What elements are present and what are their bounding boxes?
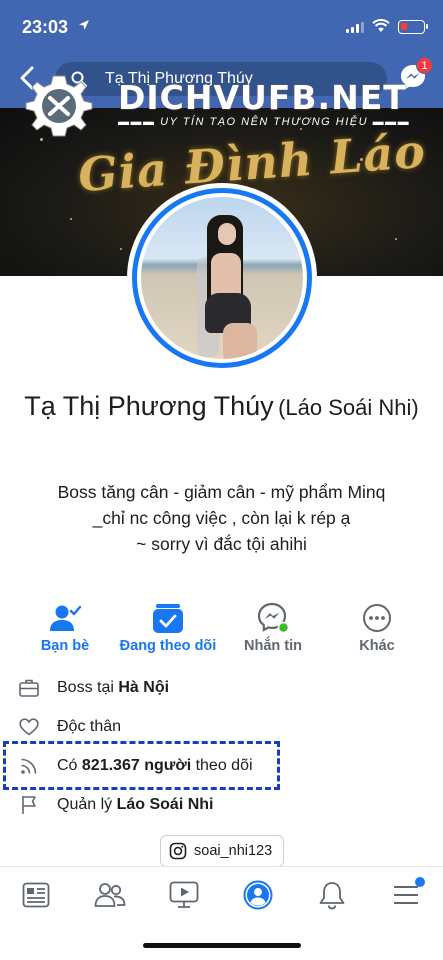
avatar-photo bbox=[141, 197, 303, 359]
friends-check-icon bbox=[50, 605, 81, 631]
wifi-icon bbox=[372, 19, 390, 32]
intro-relationship: Độc thân bbox=[18, 715, 418, 739]
following-button[interactable]: Đang theo dõi bbox=[113, 602, 223, 654]
menu-notification-dot bbox=[415, 877, 425, 887]
profile-alternate-name: (Láo Soái Nhi) bbox=[278, 395, 419, 420]
nav-profile[interactable] bbox=[238, 877, 278, 913]
more-icon bbox=[363, 604, 391, 632]
profile-name: Tạ Thị Phương Thúy (Láo Soái Nhi) bbox=[20, 388, 423, 429]
profile-name-main: Tạ Thị Phương Thúy bbox=[24, 391, 274, 421]
gear-tools-icon bbox=[25, 75, 93, 137]
story-ring bbox=[132, 188, 312, 368]
bio-line: Boss tăng cân - giảm cân - mỹ phẩm Minq bbox=[57, 482, 386, 502]
instagram-handle: soai_nhi123 bbox=[194, 843, 273, 859]
status-bar: 23:03 bbox=[0, 0, 443, 54]
profile-avatar[interactable] bbox=[127, 183, 317, 373]
friends-button[interactable]: Bạn bè bbox=[10, 602, 120, 654]
profile-bio: Boss tăng cân - giảm cân - mỹ phẩm Minq … bbox=[30, 479, 413, 557]
profile-actions: Bạn bè Đang theo dõi Nhắn tin Khác bbox=[0, 602, 443, 658]
home-indicator bbox=[143, 943, 301, 948]
watermark-logo: DICHVUFB.NET ▬▬▬ UY TÍN TẠO NÊN THƯƠNG H… bbox=[22, 72, 432, 142]
instagram-link[interactable]: soai_nhi123 bbox=[160, 835, 284, 867]
menu-hamburger-icon bbox=[394, 886, 418, 904]
nav-watch[interactable] bbox=[164, 877, 204, 913]
watch-video-icon bbox=[169, 881, 199, 908]
watermark-subtitle: ▬▬▬ UY TÍN TẠO NÊN THƯƠNG HIỆU ▬▬▬ bbox=[118, 116, 411, 128]
message-label: Nhắn tin bbox=[244, 638, 302, 654]
heart-icon bbox=[19, 718, 39, 736]
message-button[interactable]: Nhắn tin bbox=[218, 602, 328, 654]
friends-icon bbox=[94, 883, 126, 907]
work-prefix: Boss tại bbox=[57, 679, 119, 696]
nav-friends[interactable] bbox=[90, 877, 130, 913]
briefcase-icon bbox=[19, 679, 39, 697]
friends-label: Bạn bè bbox=[40, 638, 90, 654]
watermark-title: DICHVUFB.NET bbox=[118, 78, 407, 117]
messenger-icon bbox=[257, 602, 289, 634]
following-label: Đang theo dõi bbox=[119, 638, 217, 654]
more-button[interactable]: Khác bbox=[322, 602, 432, 654]
nav-news-feed[interactable] bbox=[16, 877, 56, 913]
status-time: 23:03 bbox=[22, 17, 69, 37]
more-label: Khác bbox=[359, 638, 395, 654]
profile-icon bbox=[243, 880, 273, 910]
news-feed-icon bbox=[22, 882, 50, 908]
relationship-status: Độc thân bbox=[57, 718, 122, 735]
instagram-icon bbox=[169, 842, 187, 860]
bell-icon bbox=[319, 882, 345, 910]
intro-manages: Quản lý Láo Soái Nhi bbox=[18, 793, 418, 817]
following-icon bbox=[153, 604, 183, 633]
bio-line: ~ sorry vì đắc tội ahihi bbox=[136, 534, 307, 554]
flag-icon bbox=[22, 796, 36, 814]
nav-notifications[interactable] bbox=[312, 877, 352, 913]
battery-icon bbox=[398, 20, 428, 34]
intro-work: Boss tại Hà Nội bbox=[18, 676, 418, 700]
location-arrow-icon bbox=[79, 20, 89, 30]
highlight-annotation bbox=[3, 741, 280, 790]
bio-line: _chỉ nc công việc , còn lại k rép ạ bbox=[92, 508, 351, 528]
work-place-link[interactable]: Hà Nội bbox=[118, 679, 169, 696]
manages-prefix: Quản lý bbox=[57, 796, 117, 813]
cellular-signal-icon bbox=[346, 22, 364, 33]
managed-page-link[interactable]: Láo Soái Nhi bbox=[117, 796, 214, 813]
